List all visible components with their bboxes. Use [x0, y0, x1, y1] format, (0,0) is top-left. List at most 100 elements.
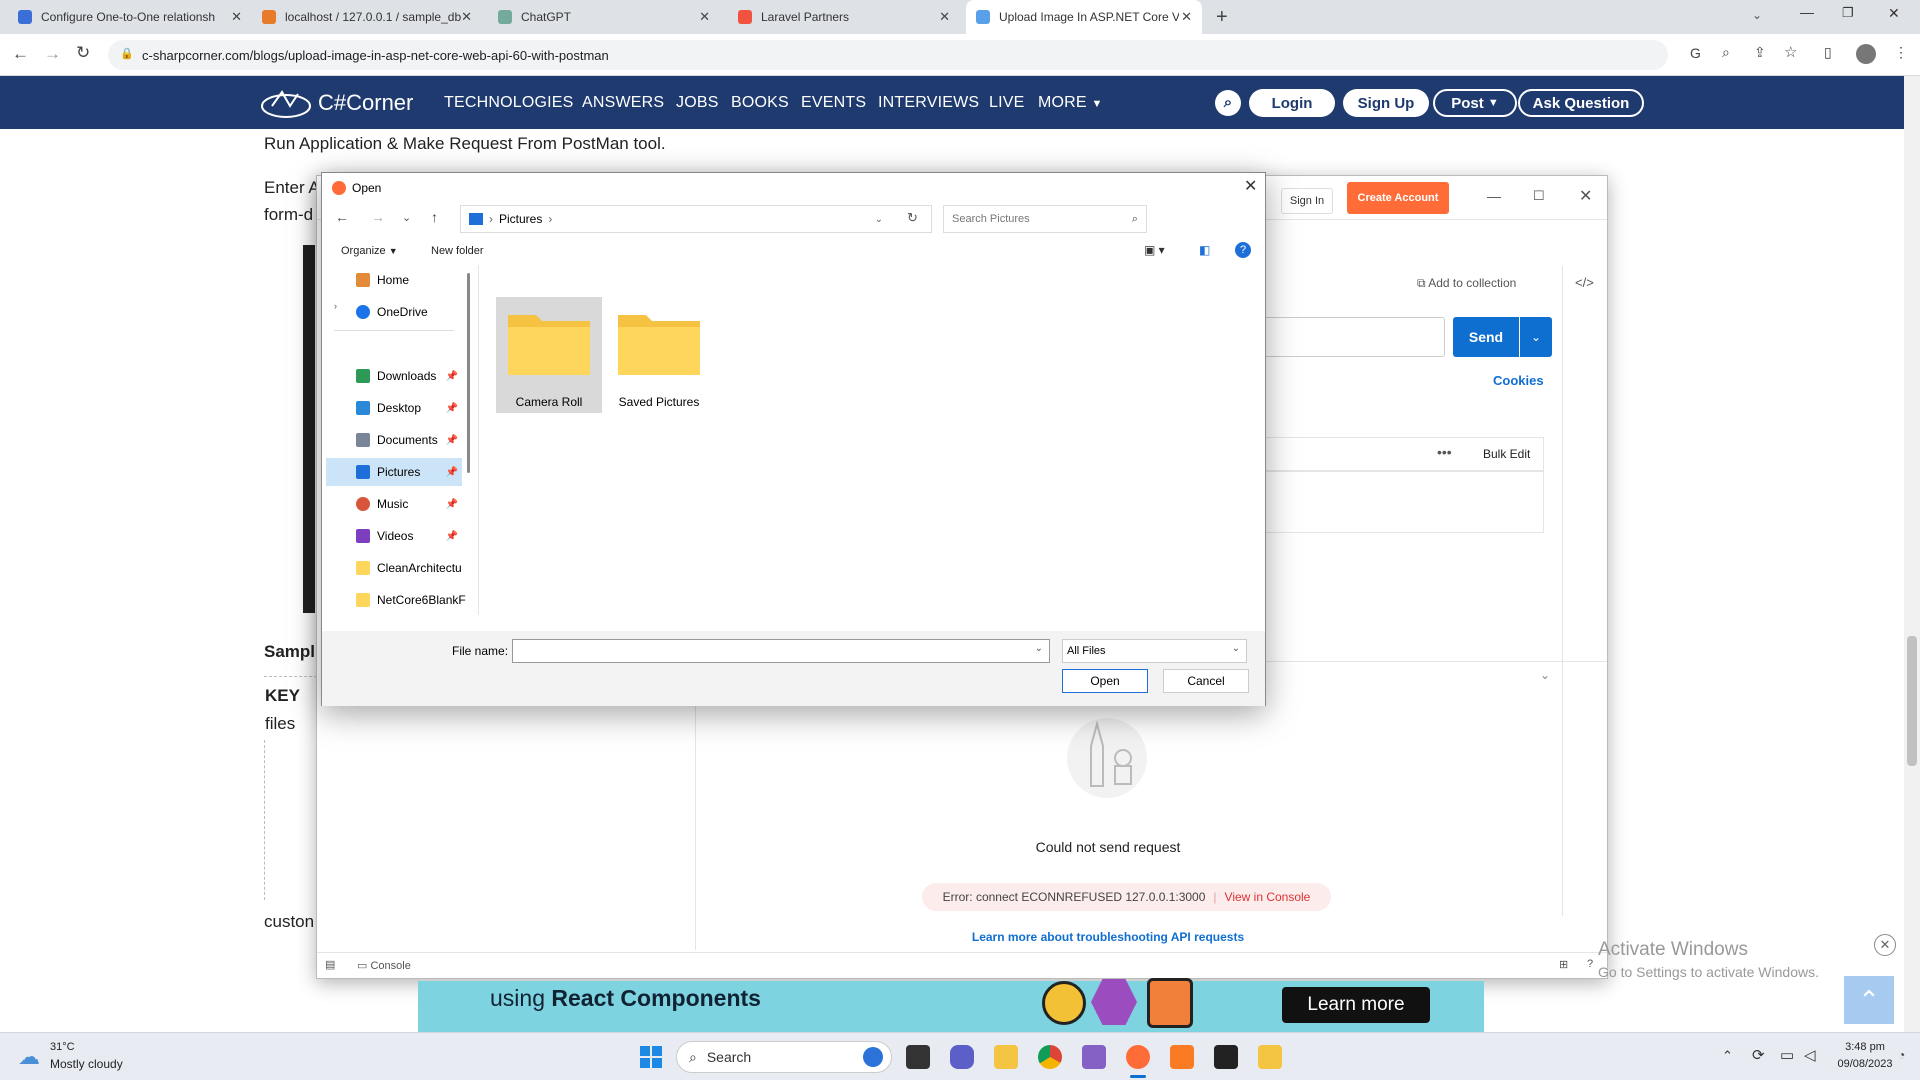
console-button[interactable]: ▭ Console	[357, 959, 411, 972]
nav-item-music[interactable]: Music 📌	[326, 490, 462, 518]
clock-time[interactable]: 3:48 pm	[1835, 1041, 1895, 1053]
preview-pane-icon[interactable]: ◧	[1199, 243, 1210, 257]
recent-locations-icon[interactable]: ⌄	[402, 211, 411, 224]
back-to-top-icon[interactable]: ⌃	[1844, 976, 1894, 1024]
notification-icon[interactable]: ◔	[1898, 1048, 1905, 1062]
nav-item-documents[interactable]: Documents 📌	[326, 426, 462, 454]
clock-date[interactable]: 09/08/2023	[1835, 1058, 1895, 1070]
send-dropdown-icon[interactable]: ⌄	[1520, 317, 1552, 357]
tab-configure[interactable]: Configure One-to-One relationsh ✕	[8, 0, 252, 34]
side-panel-icon[interactable]: ▯	[1824, 44, 1832, 61]
teams-icon[interactable]	[950, 1045, 974, 1069]
back-icon[interactable]: ←	[12, 44, 29, 64]
nav-interviews[interactable]: INTERVIEWS	[878, 94, 979, 112]
terminal-icon[interactable]	[1214, 1045, 1238, 1069]
site-logo-text[interactable]: C#Corner	[318, 90, 413, 116]
weather-cloud-icon[interactable]: ☁	[18, 1044, 40, 1070]
tab-phpmyadmin[interactable]: localhost / 127.0.0.1 / sample_db ✕	[252, 0, 482, 34]
post-button[interactable]: Post ▼	[1433, 89, 1517, 117]
nav-item-videos[interactable]: Videos 📌	[326, 522, 462, 550]
postman-taskbar-icon[interactable]	[1126, 1045, 1150, 1069]
nav-jobs[interactable]: JOBS	[676, 94, 719, 112]
bulk-edit-button[interactable]: Bulk Edit	[1483, 447, 1530, 461]
nav-live[interactable]: LIVE	[989, 94, 1025, 112]
ask-question-button[interactable]: Ask Question	[1518, 89, 1644, 117]
more-options-icon[interactable]: •••	[1437, 444, 1452, 460]
signup-button[interactable]: Sign Up	[1343, 89, 1429, 117]
xampp-icon[interactable]	[1170, 1045, 1194, 1069]
ad-banner[interactable]: using React Components Learn more	[418, 978, 1484, 1032]
tab-laravel[interactable]: Laravel Partners ✕	[728, 0, 960, 34]
task-view-icon[interactable]	[906, 1045, 930, 1069]
postman-minimize-icon[interactable]: —	[1487, 188, 1501, 204]
help-icon[interactable]: ?	[1587, 958, 1593, 970]
tab-close-icon[interactable]: ✕	[939, 9, 950, 25]
nav-answers[interactable]: ANSWERS	[582, 94, 664, 112]
weather-condition[interactable]: Mostly cloudy	[50, 1057, 123, 1071]
page-scrollbar[interactable]	[1904, 76, 1920, 1032]
folder-camera-roll[interactable]: Camera Roll	[496, 297, 602, 413]
dialog-back-icon[interactable]: ←	[335, 209, 349, 225]
organize-button[interactable]: Organize ▼	[341, 245, 398, 257]
nav-item-netcore6[interactable]: NetCore6BlankF	[326, 586, 466, 614]
dialog-forward-icon[interactable]: →	[371, 209, 385, 225]
open-button[interactable]: Open	[1062, 669, 1148, 693]
tab-close-icon[interactable]: ✕	[699, 9, 710, 25]
minimize-icon[interactable]: —	[1800, 4, 1814, 20]
file-name-input[interactable]: ⌄	[512, 639, 1050, 663]
tab-close-icon[interactable]: ✕	[461, 9, 472, 25]
new-folder-button[interactable]: New folder	[431, 245, 484, 257]
refresh-icon[interactable]: ↻	[907, 210, 918, 226]
profile-avatar[interactable]	[1856, 44, 1876, 64]
nav-books[interactable]: BOOKS	[731, 94, 789, 112]
url-bar[interactable]: 🔒 c-sharpcorner.com/blogs/upload-image-i…	[108, 40, 1668, 70]
search-icon[interactable]: ⌕	[1215, 90, 1241, 116]
tab-close-icon[interactable]: ✕	[1181, 9, 1192, 25]
new-tab-icon[interactable]: +	[1216, 6, 1228, 29]
zoom-icon[interactable]: ⌕	[1722, 44, 1730, 61]
display-icon[interactable]: ▭	[1780, 1046, 1794, 1064]
bookmark-star-icon[interactable]: ☆	[1784, 43, 1797, 61]
nav-item-pictures[interactable]: Pictures 📌	[326, 458, 462, 486]
forward-icon[interactable]: →	[44, 44, 61, 64]
ad-learn-more-button[interactable]: Learn more	[1282, 987, 1430, 1023]
nav-more[interactable]: MORE ▼	[1038, 94, 1103, 112]
nav-item-cleanarchitecture[interactable]: CleanArchitectu	[326, 554, 462, 582]
speaker-icon[interactable]: ◁	[1804, 1046, 1816, 1064]
view-options-icon[interactable]: ▣ ▾	[1144, 243, 1165, 257]
nav-item-onedrive[interactable]: OneDrive	[326, 298, 462, 326]
collapse-icon[interactable]: ⌄	[1540, 668, 1550, 682]
nav-technologies[interactable]: TECHNOLOGIES	[444, 94, 574, 112]
cancel-button[interactable]: Cancel	[1163, 669, 1249, 693]
restore-icon[interactable]: ❐	[1842, 5, 1854, 21]
scrollbar-thumb[interactable]	[1907, 636, 1917, 766]
visual-studio-icon[interactable]	[1082, 1045, 1106, 1069]
send-button[interactable]: Send	[1453, 317, 1519, 357]
address-breadcrumb[interactable]: › Pictures › ⌄	[460, 205, 932, 233]
tab-chatgpt[interactable]: ChatGPT ✕	[488, 0, 720, 34]
tab-close-icon[interactable]: ✕	[231, 9, 242, 25]
add-to-collection[interactable]: ⧉ Add to collection	[1417, 276, 1516, 291]
chrome-icon[interactable]	[1038, 1045, 1062, 1069]
search-pictures-input[interactable]: Search Pictures ⌕	[943, 205, 1147, 233]
show-hidden-icons[interactable]: ⌃	[1722, 1048, 1733, 1064]
close-window-icon[interactable]: ✕	[1888, 5, 1900, 22]
file-type-select[interactable]: All Files ⌄	[1062, 639, 1247, 663]
weather-temp[interactable]: 31°C	[50, 1041, 75, 1053]
breadcrumb-current[interactable]: Pictures	[499, 212, 542, 226]
layout-icon[interactable]: ⊞	[1559, 958, 1568, 971]
menu-kebab-icon[interactable]: ⋮	[1894, 44, 1908, 61]
csharpcorner-logo-icon[interactable]	[258, 84, 314, 122]
file-explorer-icon[interactable]	[994, 1045, 1018, 1069]
nav-scrollbar[interactable]	[467, 273, 470, 473]
ad-close-icon[interactable]: ✕	[1874, 934, 1896, 956]
tab-search-icon[interactable]: ⌄	[1752, 8, 1762, 22]
tab-upload-image[interactable]: Upload Image In ASP.NET Core V ✕	[966, 0, 1202, 34]
folder-app-icon[interactable]	[1258, 1045, 1282, 1069]
nav-item-desktop[interactable]: Desktop 📌	[326, 394, 462, 422]
up-folder-icon[interactable]: ↑	[431, 209, 438, 225]
view-in-console-link[interactable]: View in Console	[1225, 890, 1311, 904]
file-name-dropdown-icon[interactable]: ⌄	[1035, 643, 1043, 654]
folder-saved-pictures[interactable]: Saved Pictures	[606, 297, 712, 413]
nav-item-home[interactable]: Home	[326, 266, 462, 294]
